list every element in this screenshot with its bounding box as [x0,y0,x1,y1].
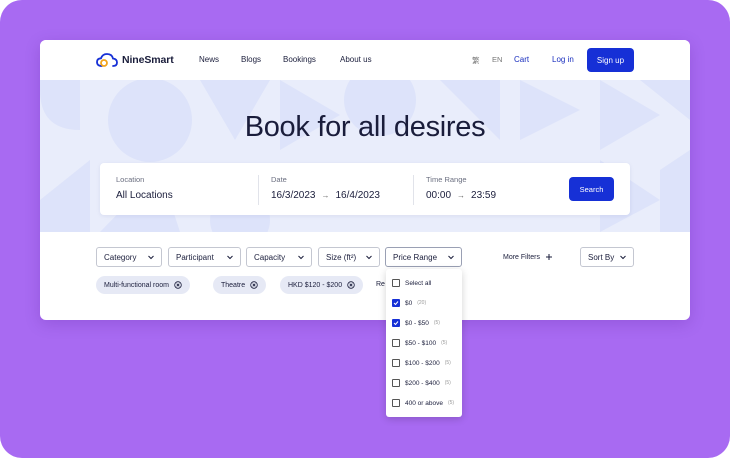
option-count: (5) [441,340,448,346]
option-count: (20) [417,300,427,306]
search-bar: Location All Locations Date 16/3/2023 → … [100,163,630,215]
option-label: Select all [405,279,432,287]
hero-title: Book for all desires [244,111,486,143]
filter-participant[interactable]: Participant [168,247,241,267]
price-option[interactable]: $0 - $50 (5) [392,319,440,327]
time-range-field[interactable]: Time Range 00:00 → 23:59 [426,175,496,201]
filter-tag-label: Multi-functional room [104,281,169,289]
price-range-dropdown: Select all $0 (20) $0 - $50 (5) $50 - $1… [386,269,462,417]
cloud-logo-icon [96,53,118,67]
login-link[interactable]: Log in [552,55,574,64]
option-count: (5) [447,400,455,406]
option-label: $0 - $50 [405,319,429,327]
sort-by-label: Sort By [588,252,615,262]
filter-tag[interactable]: HKD $120 - $200 [280,276,364,294]
filter-price-range[interactable]: Price Range [385,247,462,267]
option-count: (5) [444,360,451,366]
nav-blogs[interactable]: Blogs [241,55,261,64]
filter-tag-label: Theatre [221,281,246,289]
filter-category[interactable]: Category [96,247,162,267]
date-field[interactable]: Date 16/3/2023 → 16/4/2023 [271,175,380,201]
price-option[interactable]: $200 - $400 (5) [392,379,451,387]
filter-participant-label: Participant [176,252,214,262]
time-range-label: Time Range [426,175,467,184]
option-label: $50 - $100 [405,339,437,347]
option-count: (5) [444,380,451,386]
checkbox[interactable] [392,279,400,287]
option-label: $0 [405,299,413,307]
option-label: 400 or above [405,399,443,407]
more-filters-label: More Filters [503,253,540,261]
chevron-down-icon [620,255,626,260]
location-label: Location [116,175,145,184]
reset-link[interactable]: Re [376,281,385,288]
option-count: (5) [433,320,440,326]
checkbox[interactable] [392,339,400,347]
nav-news[interactable]: News [199,55,219,64]
brand-name: NineSmart [122,54,174,66]
website-card: NineSmart News Blogs Bookings About us 繁… [40,40,690,320]
filter-price-range-label: Price Range [393,252,438,262]
price-option-select-all[interactable]: Select all [392,279,431,287]
filter-tag[interactable]: Theatre [213,276,267,294]
checkbox-checked[interactable] [392,319,400,327]
chevron-down-icon [227,255,233,260]
time-to: 23:59 [471,190,497,201]
logo[interactable]: NineSmart [96,52,174,68]
filter-tag[interactable]: Multi-functional room [96,276,190,294]
lang-traditional-chinese[interactable]: 繁 [472,55,480,66]
filter-category-label: Category [104,252,137,262]
divider [413,175,414,205]
check-icon [393,321,399,326]
chevron-down-icon [148,255,154,260]
filter-capacity-label: Capacity [254,252,286,262]
signup-button[interactable]: Sign up [587,48,634,72]
filter-size[interactable]: Size (ft²) [318,247,380,267]
navbar: NineSmart News Blogs Bookings About us 繁… [40,40,690,80]
divider [258,175,259,205]
price-option[interactable]: $100 - $200 (5) [392,359,451,367]
chevron-down-icon [298,255,304,260]
checkbox[interactable] [392,379,400,387]
time-from: 00:00 [426,190,452,201]
option-label: $100 - $200 [405,359,440,367]
nav-about-us[interactable]: About us [340,55,372,64]
chevron-down-icon [366,255,372,260]
remove-circle-icon[interactable] [250,281,258,289]
remove-circle-icon[interactable] [174,281,182,289]
arrow-right-icon: → [457,191,466,200]
check-icon [393,301,399,306]
checkbox[interactable] [392,359,400,367]
location-field[interactable]: Location All Locations [116,175,173,201]
price-option[interactable]: 400 or above (5) [392,399,454,407]
option-label: $200 - $400 [405,379,440,387]
filter-tag-label: HKD $120 - $200 [288,281,343,289]
chevron-down-icon [448,255,454,260]
filter-size-label: Size (ft²) [326,252,357,262]
more-filters-button[interactable]: More Filters [503,253,553,261]
plus-icon [545,254,552,260]
checkbox-checked[interactable] [392,299,400,307]
date-from: 16/3/2023 [271,190,316,201]
search-button[interactable]: Search [569,177,614,201]
nav-bookings[interactable]: Bookings [283,55,316,64]
sort-by-dropdown[interactable]: Sort By [580,247,634,267]
checkbox[interactable] [392,399,400,407]
remove-circle-icon[interactable] [347,281,355,289]
arrow-right-icon: → [321,191,330,200]
price-option[interactable]: $50 - $100 (5) [392,339,447,347]
cart-link[interactable]: Cart [514,55,529,64]
filter-capacity[interactable]: Capacity [246,247,312,267]
date-label: Date [271,175,287,184]
lang-english[interactable]: EN [492,55,502,64]
location-value: All Locations [116,190,173,201]
date-to: 16/4/2023 [335,190,381,201]
price-option[interactable]: $0 (20) [392,299,426,307]
